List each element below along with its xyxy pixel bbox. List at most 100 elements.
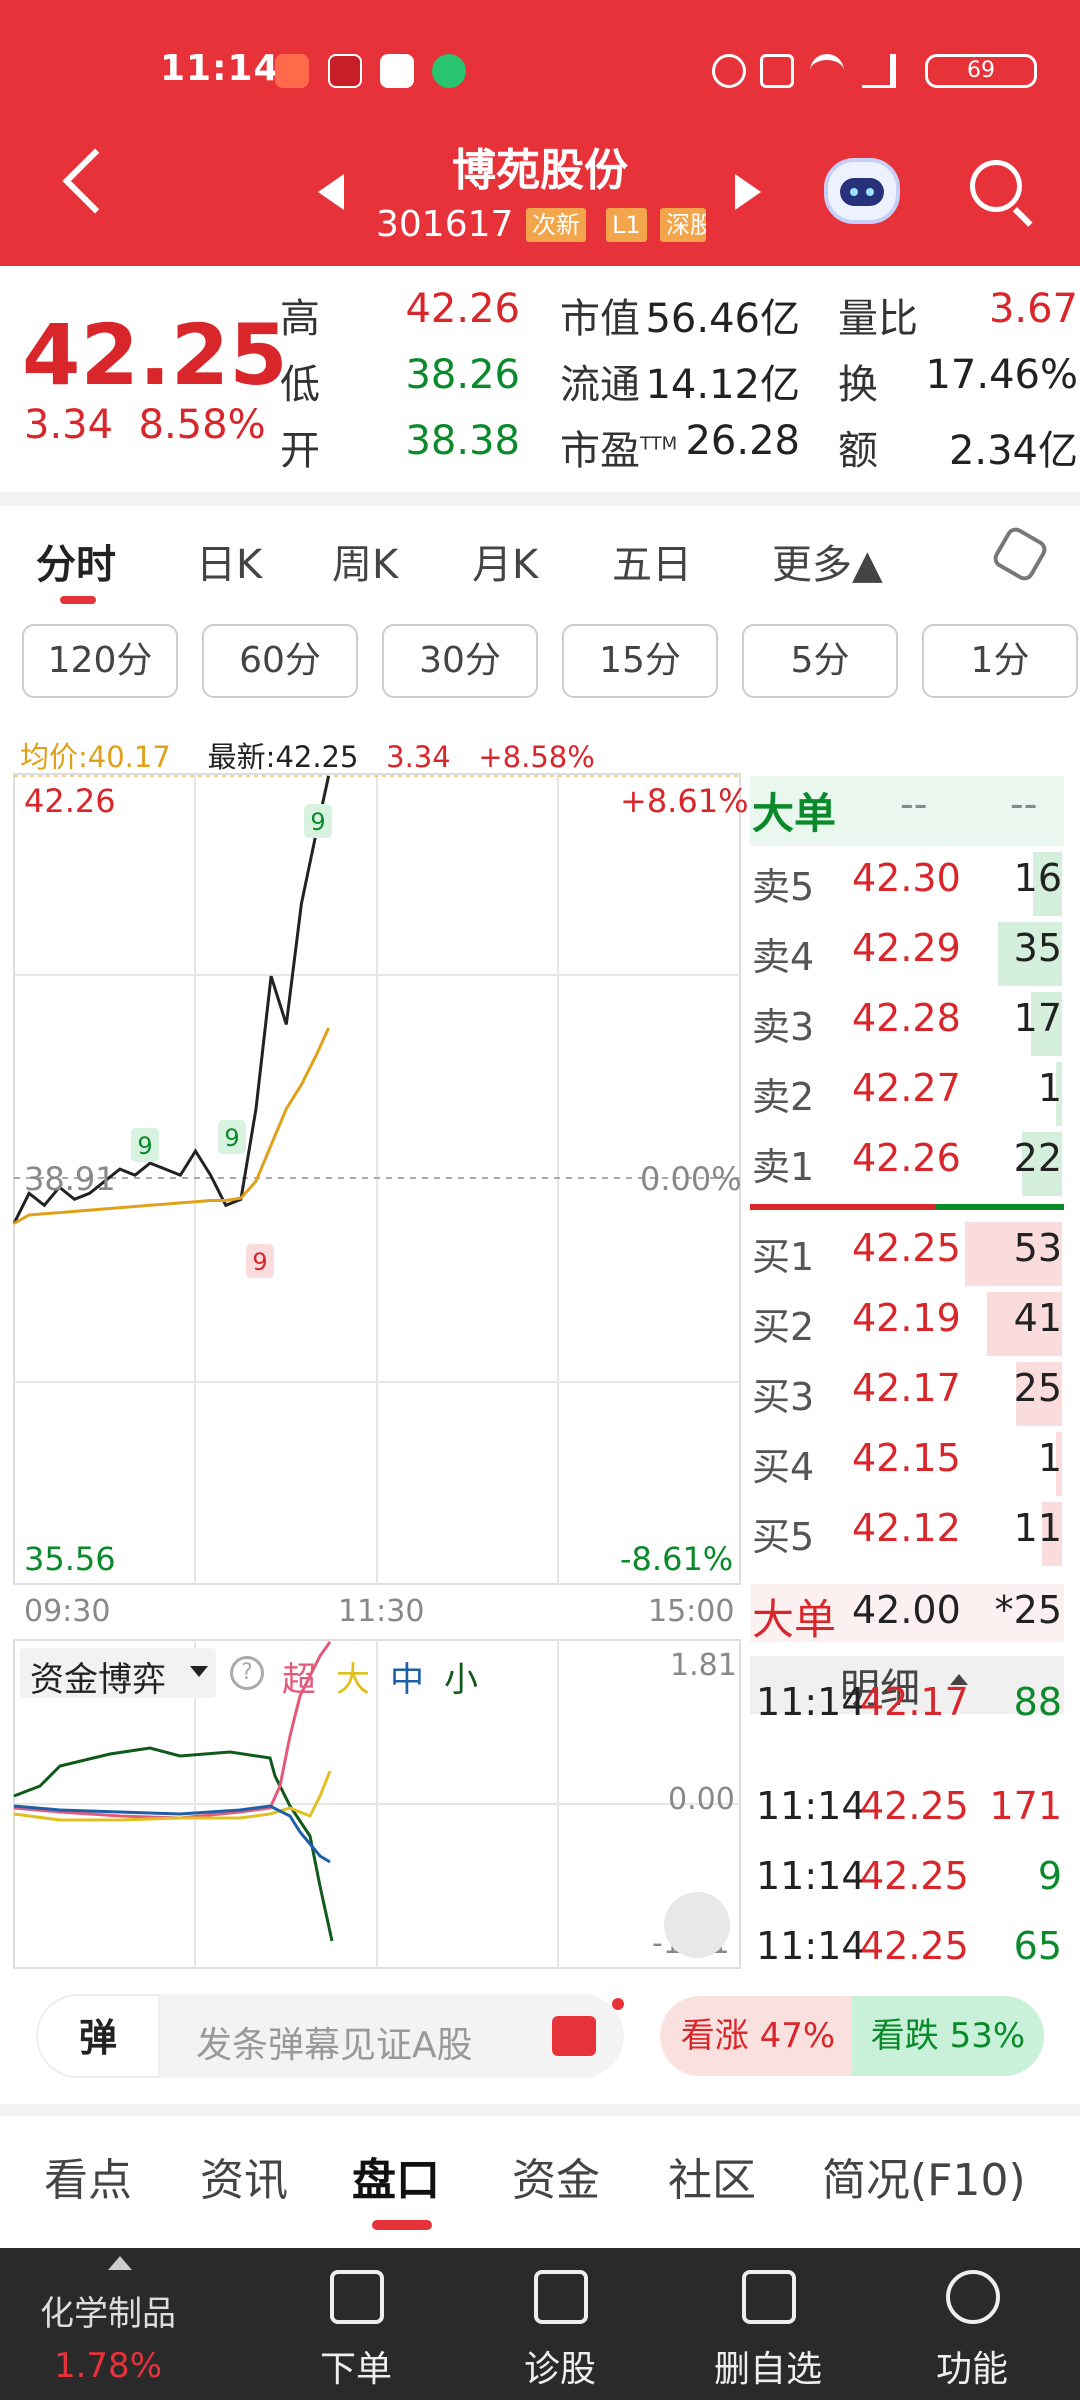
bid-price: 42.19 [852,1296,961,1340]
big-order-label: 大单 [752,789,837,838]
bid-level-label: 买5 [752,1515,815,1559]
next-stock-icon[interactable] [735,174,761,210]
ask-level-label: 卖3 [752,1005,815,1049]
tag-new: 次新 [526,208,586,242]
tab-day-k[interactable]: 日K [196,532,262,590]
mktcap-label: 市值 [560,296,640,342]
signal-marker-label: 9 [224,1124,239,1152]
btn-120min[interactable]: 120分 [22,624,178,698]
ask-volume: 1 [1037,1066,1062,1110]
fund-y-top: 1.81 [670,1648,737,1683]
ask-price: 42.29 [852,926,961,970]
pct-axis-top: +8.61% [620,782,749,820]
help-icon[interactable]: ? [230,1656,264,1690]
tab-highlights[interactable]: 看点 [44,2144,132,2208]
stock-code: 301617 [376,204,514,245]
bid-price: 42.17 [852,1366,961,1410]
alarm-icon [712,54,746,88]
signal-marker-label: 9 [252,1248,267,1276]
bid-price: 42.15 [852,1436,961,1480]
bearish-button[interactable]: 看跌 53% [852,1996,1044,2076]
app-notification-icon [275,54,309,88]
bullish-button[interactable]: 看涨 47% [660,1996,856,2076]
low-label: 低 [280,362,320,408]
tab-news[interactable]: 资讯 [200,2144,288,2208]
bid-volume: 25 [1013,1366,1062,1410]
tab-week-k[interactable]: 周K [332,532,398,590]
order-icon [330,2270,384,2324]
y-axis-mid: 38.91 [24,1160,116,1198]
pe-label: 市盈TTM [560,428,678,474]
btn-60min[interactable]: 60分 [202,624,358,698]
section-divider [0,492,1080,506]
ask-price: 42.28 [852,996,961,1040]
open-value: 38.38 [405,418,520,464]
bid-price: 42.25 [852,1226,961,1270]
prev-stock-icon[interactable] [318,174,344,210]
gift-icon[interactable] [552,2016,596,2056]
chart-pct: +8.58% [478,740,595,774]
amount-value: 2.34亿 [948,428,1078,474]
ask-volume: 22 [1013,1136,1062,1180]
high-label: 高 [280,296,320,342]
ask-level-label: 卖5 [752,865,815,909]
ask-level-label: 卖2 [752,1075,815,1119]
detail-price: 42.25 [860,1784,969,1828]
detail-price: 42.17 [860,1680,969,1724]
fund-title: 资金博弈 [30,1660,166,1700]
ask-level-label: 卖4 [752,935,815,979]
danmu-icon[interactable]: 弹 [36,1994,160,2078]
nav-sector[interactable]: 化学制品 1.78% [0,2248,216,2400]
taobao-icon [380,54,414,88]
nav-diagnose[interactable]: 诊股 [452,2248,668,2400]
nav-remove-watch[interactable]: 删自选 [660,2248,876,2400]
robot-assistant-icon[interactable] [824,158,900,224]
notification-dot [612,1998,624,2010]
fullscreen-icon[interactable] [664,1892,730,1958]
chart-settings-icon[interactable] [989,523,1051,585]
nav-functions[interactable]: 功能 [864,2248,1080,2400]
nav-remove-label: 删自选 [713,2349,822,2390]
bid-level-label: 买4 [752,1445,815,1489]
last-price: 42.25 [22,306,288,404]
open-label: 开 [280,428,320,474]
fund-y-mid: 0.00 [668,1782,735,1817]
tab-month-k[interactable]: 月K [472,532,538,590]
btn-30min[interactable]: 30分 [382,624,538,698]
expand-up-icon [108,2256,132,2270]
detail-volume: 88 [1013,1680,1062,1724]
btn-1min[interactable]: 1分 [922,624,1078,698]
news-app-icon [328,54,362,88]
pct-axis-mid: 0.00% [640,1160,742,1198]
turnover-label: 换 [838,362,878,408]
search-icon[interactable] [970,160,1022,212]
amount-label: 额 [838,428,878,474]
tab-f10[interactable]: 简况(F10) [822,2144,1026,2208]
bid-volume: 11 [1013,1506,1062,1550]
tab-underline [60,596,96,604]
legend-super: 超 [282,1660,316,1700]
btn-15min[interactable]: 15分 [562,624,718,698]
detail-price: 42.25 [860,1854,969,1898]
dropdown-caret-icon [190,1666,208,1677]
tab-funds[interactable]: 资金 [512,2144,600,2208]
detail-time: 11:14 [756,1854,866,1898]
detail-time: 11:14 [756,1680,866,1724]
bid-level-label: 买3 [752,1375,815,1419]
btn-5min[interactable]: 5分 [742,624,898,698]
nav-order[interactable]: 下单 [248,2248,464,2400]
bottom-nav: 化学制品 1.78% 下单 诊股 删自选 功能 [0,2248,1080,2400]
tab-minute[interactable]: 分时 [36,532,116,590]
tab-five-day[interactable]: 五日 [612,532,692,590]
nav-order-label: 下单 [319,2349,392,2390]
pct-axis-bottom: -8.61% [620,1540,734,1578]
ask-price: 42.26 [852,1136,961,1180]
tab-community[interactable]: 社区 [668,2144,756,2208]
ask-price: 42.30 [852,856,961,900]
tab-orderbook[interactable]: 盘口 [352,2144,440,2208]
tab-more[interactable]: 更多▲ [772,532,883,590]
signal-marker-label: 9 [310,808,325,836]
detail-time: 11:14 [756,1784,866,1828]
bid-volume: 41 [1013,1296,1062,1340]
danmu-placeholder: 发条弹幕见证A股 [196,2025,473,2066]
